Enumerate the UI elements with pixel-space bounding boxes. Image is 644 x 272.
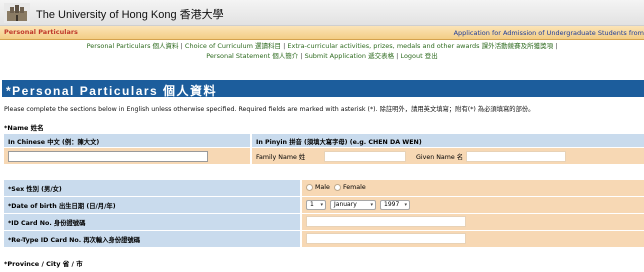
sex-value-cell: Male Female [302,180,644,196]
nav-link-personal-particulars[interactable]: Personal Particulars 個人資料 [87,42,179,50]
nav-line-1: Personal Particulars 個人資料 | Choice of Cu… [0,41,644,51]
sex-female-radio[interactable] [334,184,341,191]
nav-link-extracurricular[interactable]: Extra-curricular activities, prizes, med… [287,42,553,50]
chinese-name-input[interactable] [8,151,208,162]
dob-year-value: 1997 [384,201,400,208]
sex-female-label: Female [343,184,366,191]
retype-id-value-cell [302,231,644,247]
retype-id-label: *Re-Type ID Card No. 再次輸入身份證號碼 [8,237,141,244]
nav-link-personal-statement[interactable]: Personal Statement 個人簡介 [206,52,298,60]
id-card-value-cell [302,214,644,230]
id-card-input[interactable] [306,216,466,227]
chevron-down-icon: ▾ [320,202,323,208]
university-crest-icon [4,3,30,23]
family-name-input[interactable] [324,151,406,162]
id-card-row: *ID Card No. 身份證號碼 [4,214,644,230]
nav-separator: | [300,52,303,60]
university-name: The University of Hong Kong 香港大學 [36,9,224,21]
instructions-text: Please complete the sections below in En… [4,106,535,113]
id-card-label-cell: *ID Card No. 身份證號碼 [4,214,300,230]
dob-month-select[interactable]: January ▾ [330,200,376,210]
retype-id-input[interactable] [306,233,466,244]
chinese-name-header-label: In Chinese 中文 (例：陳大文) [8,139,100,146]
dob-day-select[interactable]: 1 ▾ [306,200,326,210]
dob-label-cell: *Date of birth 出生日期 (日/月/年) [4,197,300,213]
dob-month-value: January [334,201,357,208]
pinyin-name-header-label: In Pinyin 拼音 (須填大寫字母) (e.g. CHEN DA WEN) [256,139,422,146]
tab-bar: Personal Particulars Application for Adm… [0,26,644,40]
province-city-label: *Province / City 省 / 市 [4,260,83,268]
tab-personal-particulars[interactable]: Personal Particulars [4,28,78,36]
name-table: In Chinese 中文 (例：陳大文) In Pinyin 拼音 (須填大寫… [4,134,644,172]
given-name-input[interactable] [466,151,566,162]
id-card-label: *ID Card No. 身份證號碼 [8,220,86,227]
retype-id-row: *Re-Type ID Card No. 再次輸入身份證號碼 [4,231,644,247]
dob-year-select[interactable]: 1997 ▾ [380,200,410,210]
pinyin-name-cell: Family Name 姓 Given Name 名 [252,148,644,164]
top-header: The University of Hong Kong 香港大學 [0,0,644,26]
chinese-name-header: In Chinese 中文 (例：陳大文) [4,134,250,147]
dob-row: *Date of birth 出生日期 (日/月/年) 1 ▾ January ▾ … [4,197,644,213]
retype-id-label-cell: *Re-Type ID Card No. 再次輸入身份證號碼 [4,231,300,247]
section-title: *Personal Particulars 個人資料 [6,84,218,98]
nav-separator: | [396,52,399,60]
section-navigation: Personal Particulars 個人資料 | Choice of Cu… [0,41,644,71]
nav-link-submit-application[interactable]: Submit Application 遞交表格 [305,52,395,60]
sex-male-radio[interactable] [306,184,313,191]
family-name-label: Family Name 姓 [256,154,306,161]
dob-label: *Date of birth 出生日期 (日/月/年) [8,203,116,210]
section-header: *Personal Particulars 個人資料 [2,80,644,98]
sex-label: *Sex 性別 (男/女) [8,186,62,193]
sex-male-label: Male [315,184,330,191]
application-title: Application for Admission of Undergradua… [453,29,644,37]
sex-row: *Sex 性別 (男/女) Male Female [4,180,644,196]
sex-label-cell: *Sex 性別 (男/女) [4,180,300,196]
nav-separator: | [180,42,183,50]
nav-separator: | [555,42,558,50]
nav-link-choice-of-curriculum[interactable]: Choice of Curriculum 選讀科目 [185,42,281,50]
pinyin-name-header: In Pinyin 拼音 (須填大寫字母) (e.g. CHEN DA WEN) [252,134,644,147]
nav-link-logout[interactable]: Logout 登出 [400,52,437,60]
nav-separator: | [283,42,286,50]
dob-value-cell: 1 ▾ January ▾ 1997 ▾ [302,197,644,213]
chevron-down-icon: ▾ [404,202,407,208]
nav-line-2: Personal Statement 個人簡介 | Submit Applica… [0,51,644,61]
chevron-down-icon: ▾ [370,202,373,208]
name-label: *Name 姓名 [4,124,44,132]
chinese-name-cell [4,148,250,164]
dob-day-value: 1 [310,201,314,208]
given-name-label: Given Name 名 [416,154,464,161]
